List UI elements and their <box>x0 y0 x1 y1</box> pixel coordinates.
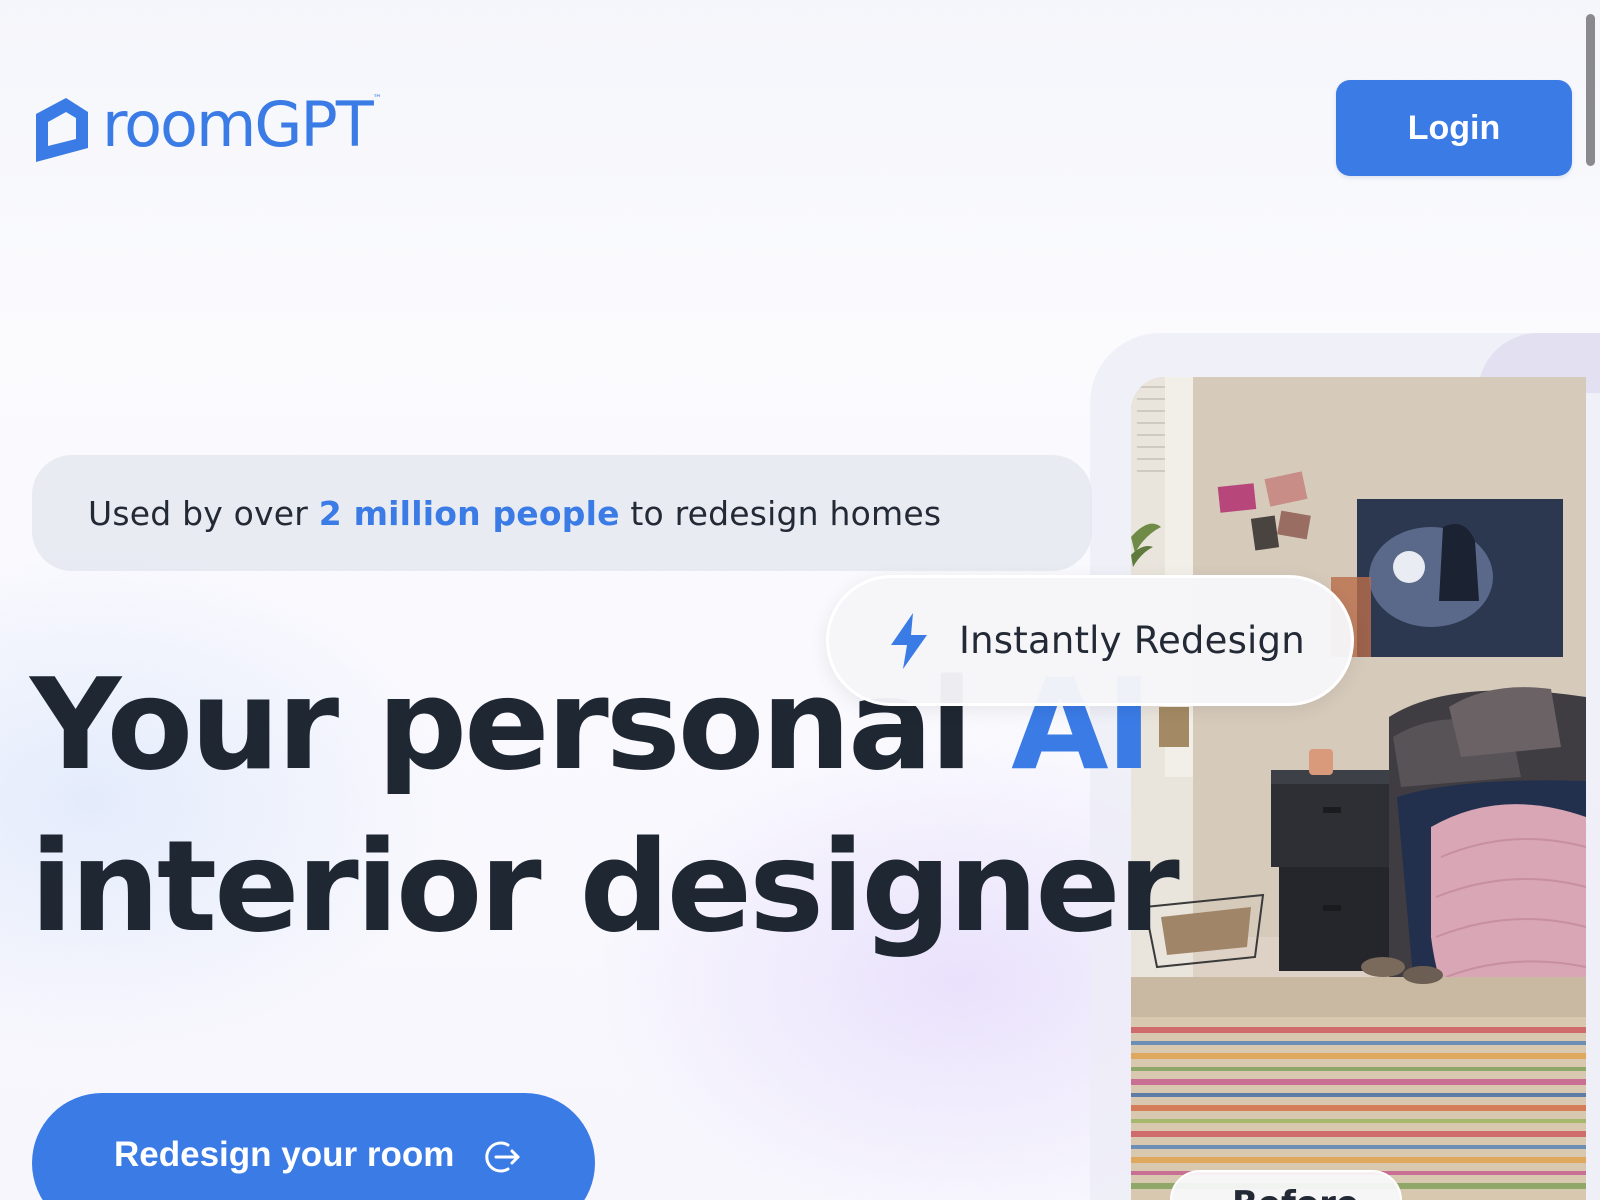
login-button[interactable]: Login <box>1336 80 1572 176</box>
lightning-bolt-icon <box>891 612 927 669</box>
instant-redesign-label: Instantly Redesign <box>959 619 1305 662</box>
usage-prefix: Used by over <box>88 493 319 533</box>
instant-redesign-badge: Instantly Redesign <box>826 575 1354 706</box>
brand-logo[interactable]: roomGPT ™ <box>32 92 382 162</box>
room-before-photo <box>1131 377 1586 1200</box>
redesign-room-label: Redesign your room <box>114 1135 455 1174</box>
scrollbar-thumb[interactable] <box>1586 14 1595 166</box>
usage-highlight: 2 million people <box>318 493 620 533</box>
house-logo-icon <box>36 98 88 162</box>
usage-text: Used by over 2 million people to redesig… <box>88 494 941 533</box>
arrow-right-circle-icon <box>485 1141 520 1173</box>
room-illustration <box>1131 377 1586 1200</box>
site-header: roomGPT ™ Login <box>0 0 1600 200</box>
before-label: Before <box>1170 1170 1402 1200</box>
usage-banner: Used by over 2 million people to redesig… <box>32 455 1092 571</box>
redesign-room-button[interactable]: Redesign your room <box>32 1093 595 1200</box>
hero-title-line-2: interior designer <box>30 813 1180 960</box>
trademark-mark: ™ <box>372 94 382 104</box>
brand-name: roomGPT <box>102 88 374 161</box>
usage-suffix: to redesign homes <box>619 493 942 533</box>
